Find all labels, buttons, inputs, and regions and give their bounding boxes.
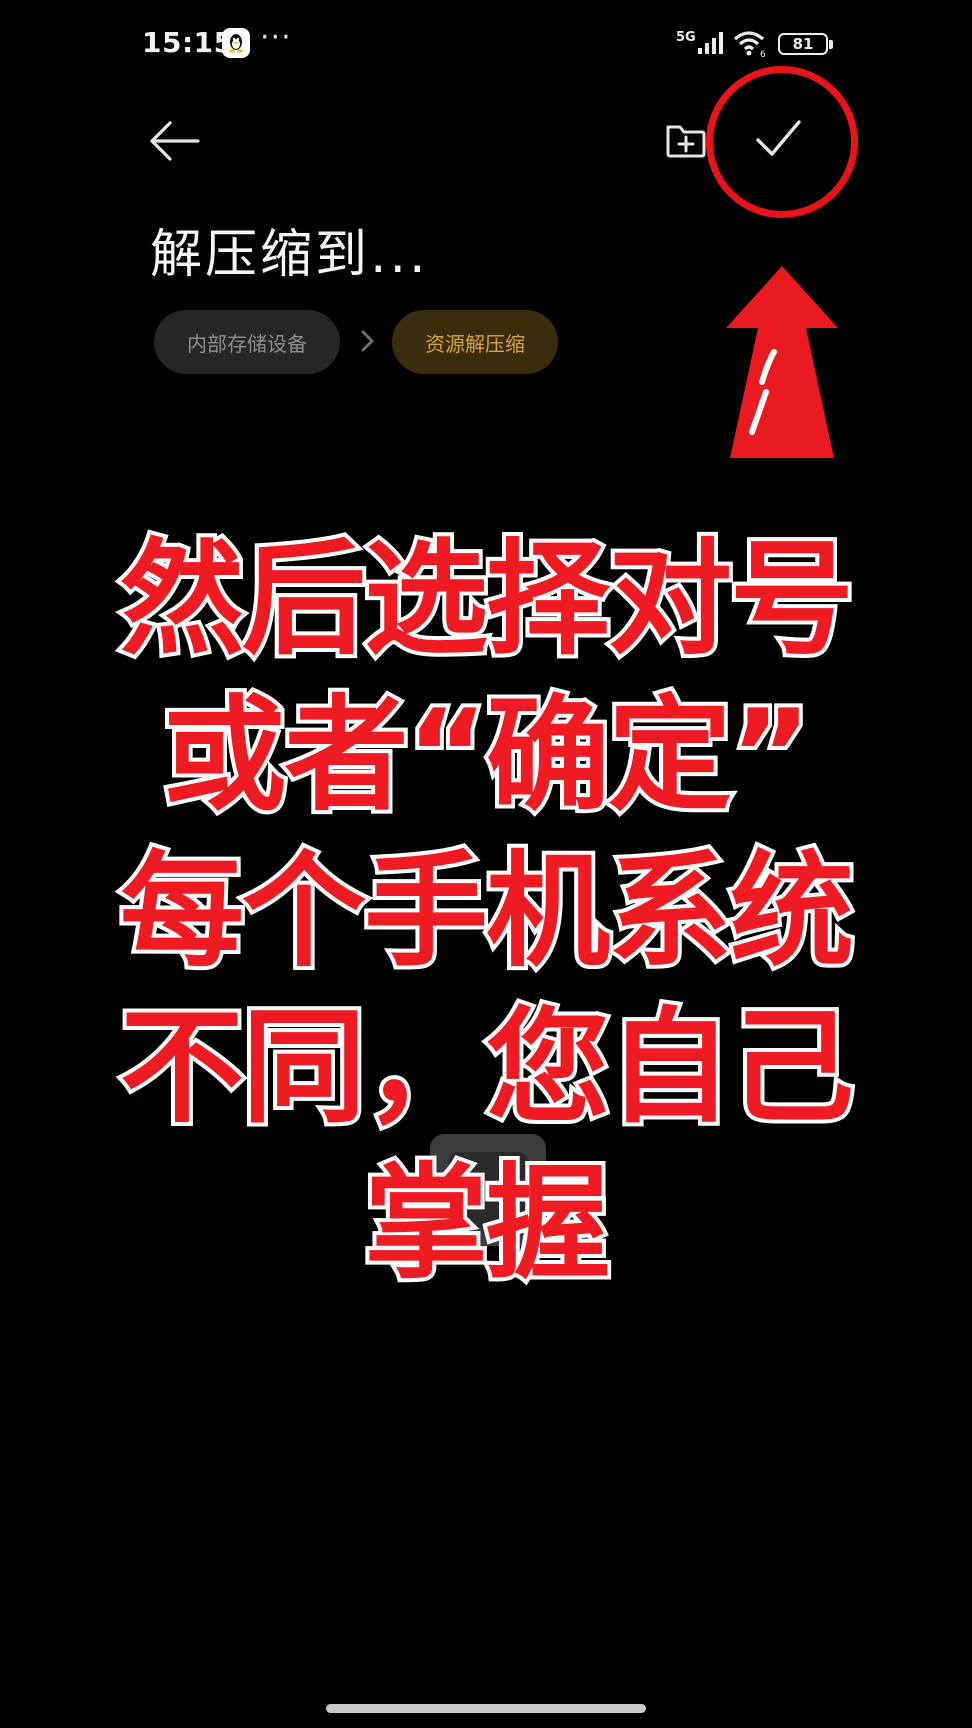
red-arrow-up-icon [722,262,842,462]
cellular-signal-icon: 5G [676,28,728,58]
chevron-right-icon [358,326,378,356]
breadcrumb-label: 内部存储设备 [187,331,307,356]
qq-penguin-icon [222,28,250,58]
caption-line: 掌握 [360,1148,614,1300]
wifi-icon: 6 [733,28,769,60]
annotation-caption: 然后选择对号 或者“确定” 每个手机系统 不同，您自己 掌握 [60,522,912,1302]
highlight-circle [706,66,858,218]
breadcrumb-item-internal-storage[interactable]: 内部存储设备 [154,310,340,374]
battery-level: 81 [792,35,814,53]
network-type: 5G [676,30,696,45]
caption-line: 然后选择对号 [116,524,858,676]
notification-more: ··· [260,20,292,55]
wifi-level: 6 [760,50,766,58]
battery-tip [829,40,833,49]
caption-line: 或者“确定” [159,680,816,832]
caption-line: 每个手机系统 [116,836,858,988]
battery-icon: 81 [778,33,828,55]
breadcrumb-label: 资源解压缩 [425,331,525,356]
folder-plus-icon [666,125,706,158]
page-title: 解压缩到... [150,225,429,285]
status-time: 15:15 [142,26,234,59]
home-indicator[interactable] [326,1704,646,1713]
caption-line: 不同，您自己 [116,992,858,1144]
new-folder-button[interactable] [664,118,708,162]
arrow-left-icon [150,121,200,161]
breadcrumb-item-current-folder[interactable]: 资源解压缩 [392,310,558,374]
back-button[interactable] [148,118,204,164]
